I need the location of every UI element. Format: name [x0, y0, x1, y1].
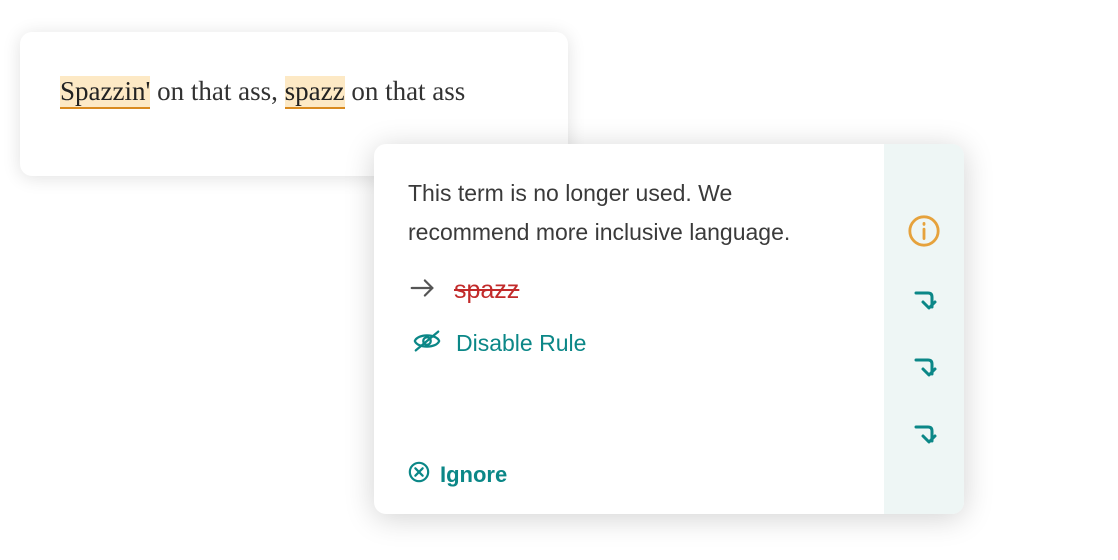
ignore-label: Ignore — [440, 462, 507, 488]
arrow-right-icon — [408, 276, 438, 305]
info-icon[interactable] — [907, 214, 941, 253]
next-down-icon[interactable] — [910, 287, 938, 320]
source-text: Spazzin' on that ass, spazz on that ass — [60, 66, 528, 117]
highlighted-term-1[interactable]: Spazzin' — [60, 76, 150, 109]
suggestion-tooltip: This term is no longer used. We recommen… — [374, 144, 964, 514]
eye-off-icon — [412, 327, 442, 360]
text-segment: on that ass, — [150, 76, 284, 106]
next-down-icon[interactable] — [910, 421, 938, 454]
disable-rule-button[interactable]: Disable Rule — [412, 327, 850, 360]
tooltip-message: This term is no longer used. We recommen… — [408, 174, 850, 252]
next-down-icon[interactable] — [910, 354, 938, 387]
highlighted-term-2[interactable]: spazz — [285, 76, 345, 109]
tooltip-sidebar — [884, 144, 964, 514]
flagged-term: spazz — [454, 276, 519, 305]
text-segment: on that ass — [345, 76, 466, 106]
x-circle-icon — [408, 461, 430, 488]
suggestion-row[interactable]: spazz — [408, 276, 850, 305]
disable-rule-label: Disable Rule — [456, 330, 586, 357]
ignore-button[interactable]: Ignore — [408, 461, 850, 488]
tooltip-main: This term is no longer used. We recommen… — [374, 144, 884, 514]
